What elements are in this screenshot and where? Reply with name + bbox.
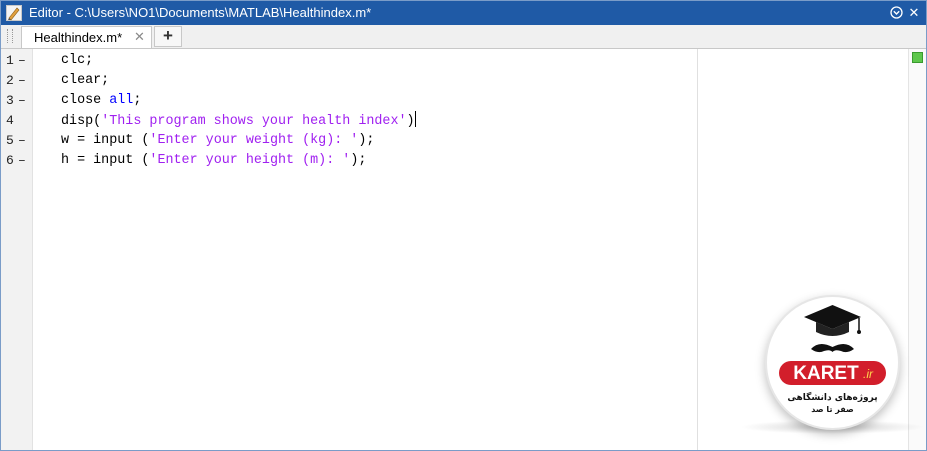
line-number: 3 — [6, 93, 14, 108]
right-margin-line — [697, 49, 698, 450]
text-cursor — [414, 111, 416, 127]
executable-marker[interactable]: – — [18, 131, 26, 151]
karet-logo-graphic: KARET .ir پروژه‌های دانشگاهی صفر تا صد — [779, 305, 886, 414]
code-text: ); — [358, 133, 375, 148]
executable-marker[interactable]: – — [18, 151, 26, 171]
logo-domain-text: .ir — [863, 367, 874, 381]
code-line-3[interactable]: close all; — [61, 91, 141, 111]
title-bar[interactable]: Editor - C:\Users\NO1\Documents\MATLAB\H… — [1, 1, 926, 25]
string-literal: 'Enter your height (m): ' — [149, 153, 351, 168]
gutter-line: 3 – — [1, 91, 32, 111]
code-line-4[interactable]: disp('This program shows your health ind… — [61, 111, 416, 131]
vertical-scrollbar[interactable] — [908, 49, 926, 450]
executable-marker[interactable]: – — [18, 71, 26, 91]
code-text: w = input ( — [61, 133, 150, 148]
gutter-line: 1 – — [1, 51, 32, 71]
line-number: 1 — [6, 53, 14, 68]
code-analyzer-status-icon[interactable] — [912, 52, 923, 63]
tab-bar: Healthindex.m* ✕ + — [1, 25, 926, 49]
string-literal: 'Enter your weight (kg): ' — [149, 133, 359, 148]
line-gutter: 1 – 2 – 3 – 4 5 – 6 – — [1, 49, 33, 450]
code-text: clear; — [61, 73, 110, 88]
tab-label: Healthindex.m* — [34, 30, 123, 45]
editor-app-icon — [6, 5, 22, 21]
line-number: 6 — [6, 153, 14, 168]
code-line-6[interactable]: h = input ('Enter your height (m): '); — [61, 151, 366, 171]
code-text: close — [61, 93, 110, 108]
window-title: Editor - C:\Users\NO1\Documents\MATLAB\H… — [29, 5, 372, 20]
code-text: ) — [406, 114, 415, 129]
executable-marker[interactable]: – — [18, 91, 26, 111]
string-literal: 'This program shows your health index' — [101, 114, 407, 129]
line-number: 5 — [6, 133, 14, 148]
karet-watermark-logo: KARET .ir پروژه‌های دانشگاهی صفر تا صد — [765, 295, 900, 430]
line-number: 2 — [6, 73, 14, 88]
code-text: h = input ( — [61, 153, 150, 168]
tab-bar-grip — [7, 29, 13, 43]
logo-tagline-2: صفر تا صد — [811, 405, 854, 414]
code-line-2[interactable]: clear; — [61, 71, 109, 91]
tab-close-icon[interactable]: ✕ — [134, 29, 145, 45]
tab-healthindex[interactable]: Healthindex.m* ✕ — [21, 26, 152, 48]
gutter-line: 5 – — [1, 131, 32, 151]
code-text: ); — [350, 153, 367, 168]
add-tab-button[interactable]: + — [154, 26, 182, 47]
code-line-5[interactable]: w = input ('Enter your weight (kg): '); — [61, 131, 374, 151]
close-icon[interactable]: ✕ — [906, 4, 922, 22]
logo-tagline-1: پروژه‌های دانشگاهی — [787, 391, 877, 403]
code-text: disp( — [61, 114, 102, 129]
gutter-line: 4 — [1, 111, 32, 131]
gutter-line: 6 – — [1, 151, 32, 171]
line-number: 4 — [6, 113, 14, 128]
keyword: all — [109, 93, 134, 108]
chevron-down-circle-icon[interactable] — [888, 4, 904, 22]
code-text: clc; — [61, 53, 94, 68]
code-line-1[interactable]: clc; — [61, 51, 93, 71]
executable-marker[interactable]: – — [18, 51, 26, 71]
code-text: ; — [133, 93, 142, 108]
logo-brand-text: KARET — [793, 363, 859, 384]
gutter-line: 2 – — [1, 71, 32, 91]
